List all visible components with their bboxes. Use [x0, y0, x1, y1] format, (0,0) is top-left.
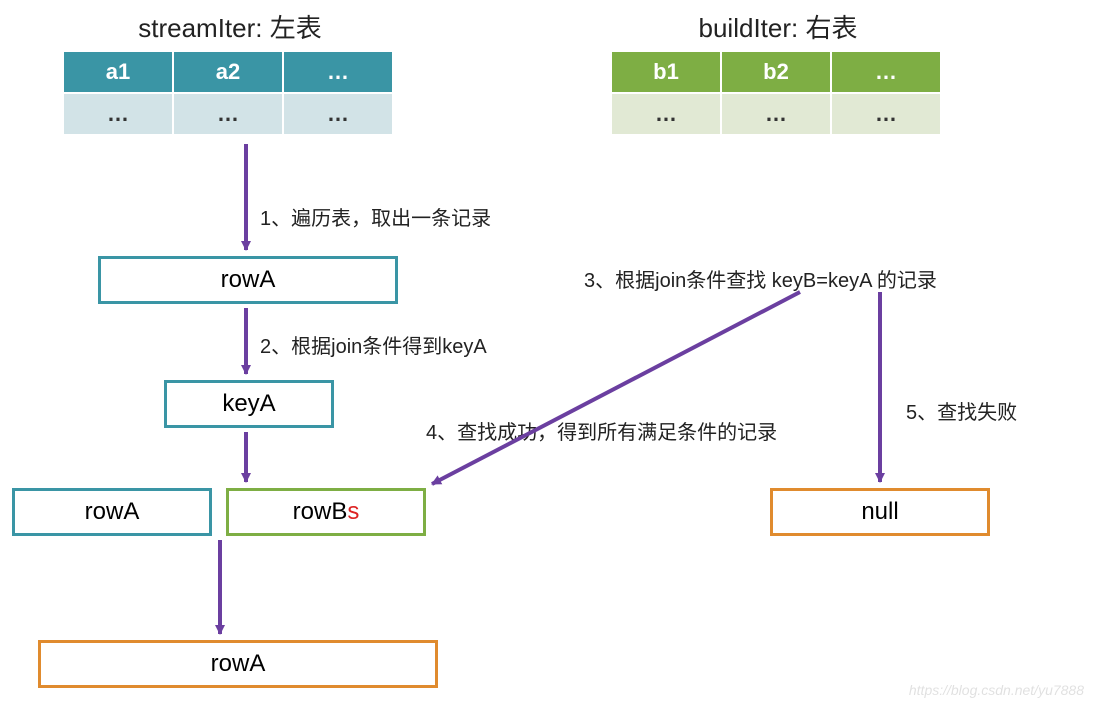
right-th-1: b2	[721, 51, 831, 93]
right-table-title: buildIter: 右表	[628, 8, 928, 45]
left-table: a1 a2 … … … …	[62, 50, 394, 136]
step-5-label: 5、查找失败	[906, 396, 1017, 425]
box-rowBs-prefix: rowB	[293, 498, 348, 526]
step-3-label: 3、根据join条件查找 keyB=keyA 的记录	[584, 264, 937, 293]
box-null: null	[770, 488, 990, 536]
box-keyA: keyA	[164, 380, 334, 428]
right-th-2: …	[831, 51, 941, 93]
left-th-0: a1	[63, 51, 173, 93]
box-rowA-1: rowA	[98, 256, 398, 304]
box-rowBs: rowBs	[226, 488, 426, 536]
step-1-label: 1、遍历表，取出一条记录	[260, 202, 491, 231]
watermark: https://blog.csdn.net/yu7888	[909, 682, 1084, 698]
arrow-4	[432, 292, 800, 484]
right-td-1: …	[721, 93, 831, 135]
box-rowA-3: rowA	[38, 640, 438, 688]
right-td-2: …	[831, 93, 941, 135]
step-4-label: 4、查找成功，得到所有满足条件的记录	[426, 416, 777, 445]
right-table: b1 b2 … … … …	[610, 50, 942, 136]
left-td-0: …	[63, 93, 173, 135]
right-th-0: b1	[611, 51, 721, 93]
box-rowBs-suffix: s	[347, 498, 359, 526]
left-td-1: …	[173, 93, 283, 135]
box-rowA-2: rowA	[12, 488, 212, 536]
left-th-2: …	[283, 51, 393, 93]
step-2-label: 2、根据join条件得到keyA	[260, 330, 487, 359]
left-td-2: …	[283, 93, 393, 135]
left-th-1: a2	[173, 51, 283, 93]
left-table-title: streamIter: 左表	[80, 8, 380, 45]
right-td-0: …	[611, 93, 721, 135]
